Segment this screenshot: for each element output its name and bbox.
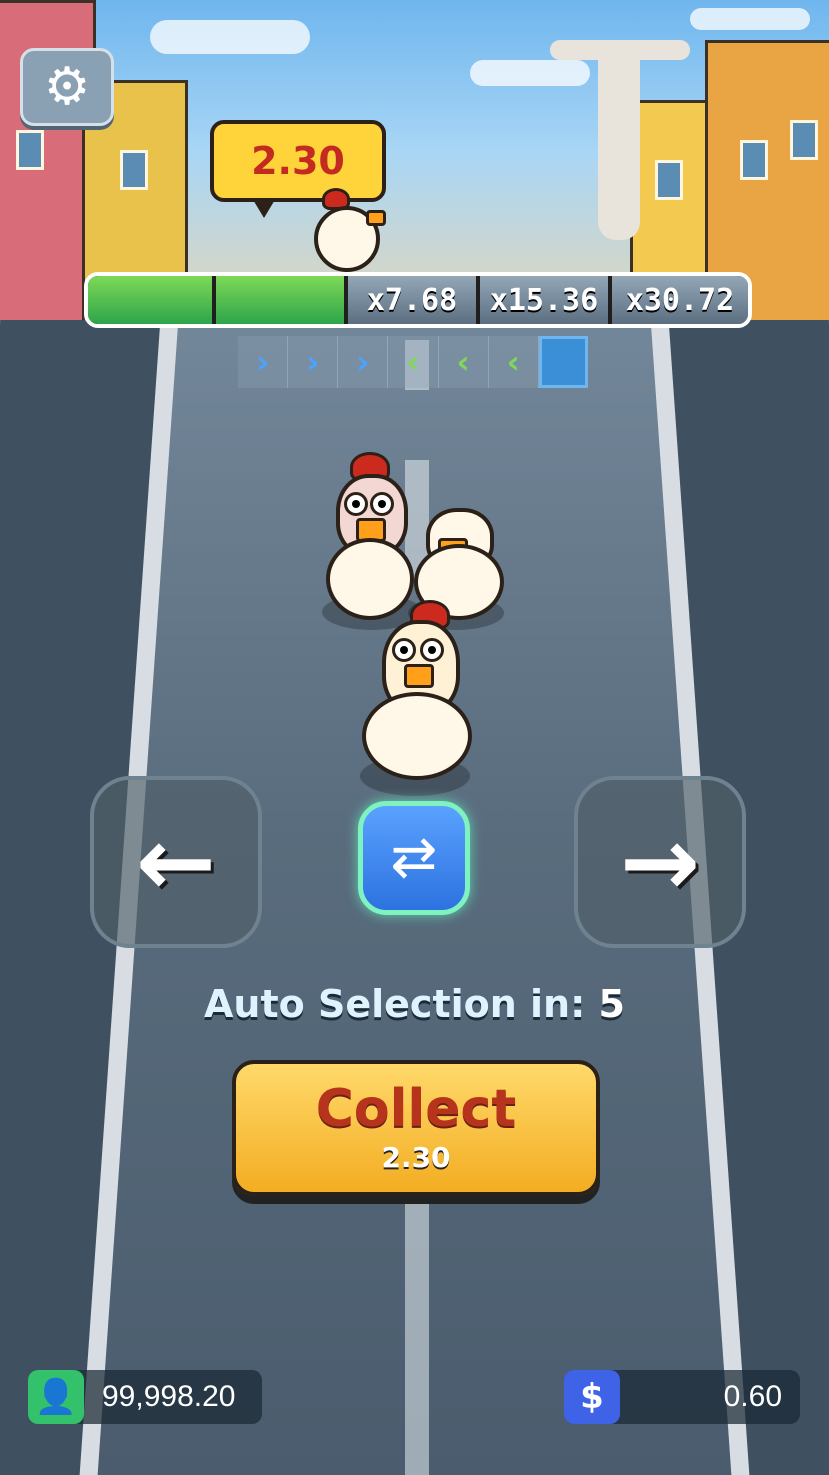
user-icon: 👤 bbox=[28, 1370, 84, 1424]
statue-body bbox=[598, 40, 640, 240]
chevron-right-icon: › bbox=[288, 336, 339, 388]
arrow-right-icon: → bbox=[619, 806, 701, 918]
random-button-badge: ⇄ bbox=[358, 801, 470, 915]
chicken-body bbox=[362, 692, 472, 780]
progress-segment-multiplier: x7.68 bbox=[348, 276, 480, 324]
chevron-left-icon: ‹ bbox=[438, 336, 489, 388]
multiplier-progress-bar: x7.68 x15.36 x30.72 bbox=[84, 272, 752, 328]
current-step-marker bbox=[538, 336, 588, 388]
chevron-right-icon: › bbox=[238, 336, 289, 388]
chevron-right-icon: › bbox=[338, 336, 389, 388]
auto-selection-countdown: Auto Selection in: 5 bbox=[0, 982, 829, 1026]
building-window bbox=[740, 140, 768, 180]
shuffle-icon: ⇄ bbox=[390, 825, 438, 890]
auto-selection-seconds: 5 bbox=[598, 982, 625, 1026]
cloud bbox=[690, 8, 810, 30]
chicken-eye bbox=[420, 638, 444, 662]
settings-button[interactable]: ⚙ bbox=[20, 48, 114, 126]
chevron-left-icon: ‹ bbox=[488, 336, 539, 388]
multiplier-label: x30.72 bbox=[625, 282, 735, 318]
balance-value: 99,998.20 bbox=[102, 1380, 236, 1413]
building-window bbox=[655, 160, 683, 200]
progress-segment-complete bbox=[216, 276, 348, 324]
progress-chicken bbox=[312, 188, 388, 272]
multiplier-label: x15.36 bbox=[489, 282, 599, 318]
chicken-eye bbox=[392, 638, 416, 662]
chicken-beak bbox=[366, 210, 386, 226]
progress-segment-multiplier: x30.72 bbox=[612, 276, 748, 324]
dollar-icon: $ bbox=[564, 1370, 620, 1424]
progress-segment-multiplier: x15.36 bbox=[480, 276, 612, 324]
chicken-eye bbox=[370, 492, 394, 516]
collect-button-label: Collect bbox=[315, 1078, 517, 1139]
chicken-scared bbox=[326, 452, 418, 622]
building-window bbox=[120, 150, 148, 190]
chicken-eye bbox=[344, 492, 368, 516]
move-right-button[interactable]: → bbox=[574, 776, 746, 948]
bet-value[interactable]: 0.60 bbox=[620, 1380, 800, 1414]
gear-icon: ⚙ bbox=[43, 57, 91, 117]
arrow-left-icon: ← bbox=[135, 806, 217, 918]
progress-segment-complete bbox=[88, 276, 216, 324]
lane-marking bbox=[405, 1200, 429, 1475]
cloud bbox=[150, 20, 310, 54]
collect-button-amount: 2.30 bbox=[381, 1140, 451, 1174]
move-left-button[interactable]: ← bbox=[90, 776, 262, 948]
cloud bbox=[470, 60, 590, 86]
multiplier-label: x7.68 bbox=[366, 282, 458, 318]
multiplier-bubble-value: 2.30 bbox=[251, 139, 345, 183]
bet-panel[interactable]: $ 0.60 bbox=[564, 1370, 800, 1424]
collect-button[interactable]: Collect 2.30 bbox=[232, 1060, 600, 1196]
auto-selection-label: Auto Selection in: bbox=[204, 982, 586, 1026]
chevron-left-icon: ‹ bbox=[388, 336, 439, 388]
direction-hint-strip: › › › ‹ ‹ ‹ bbox=[238, 336, 588, 388]
building-window bbox=[16, 130, 44, 170]
random-direction-button[interactable]: ⇄ bbox=[358, 800, 470, 916]
chicken-beak bbox=[404, 664, 434, 688]
building-window bbox=[790, 120, 818, 160]
balance-panel: 👤 99,998.20 bbox=[28, 1370, 262, 1424]
chicken-player bbox=[360, 600, 472, 780]
